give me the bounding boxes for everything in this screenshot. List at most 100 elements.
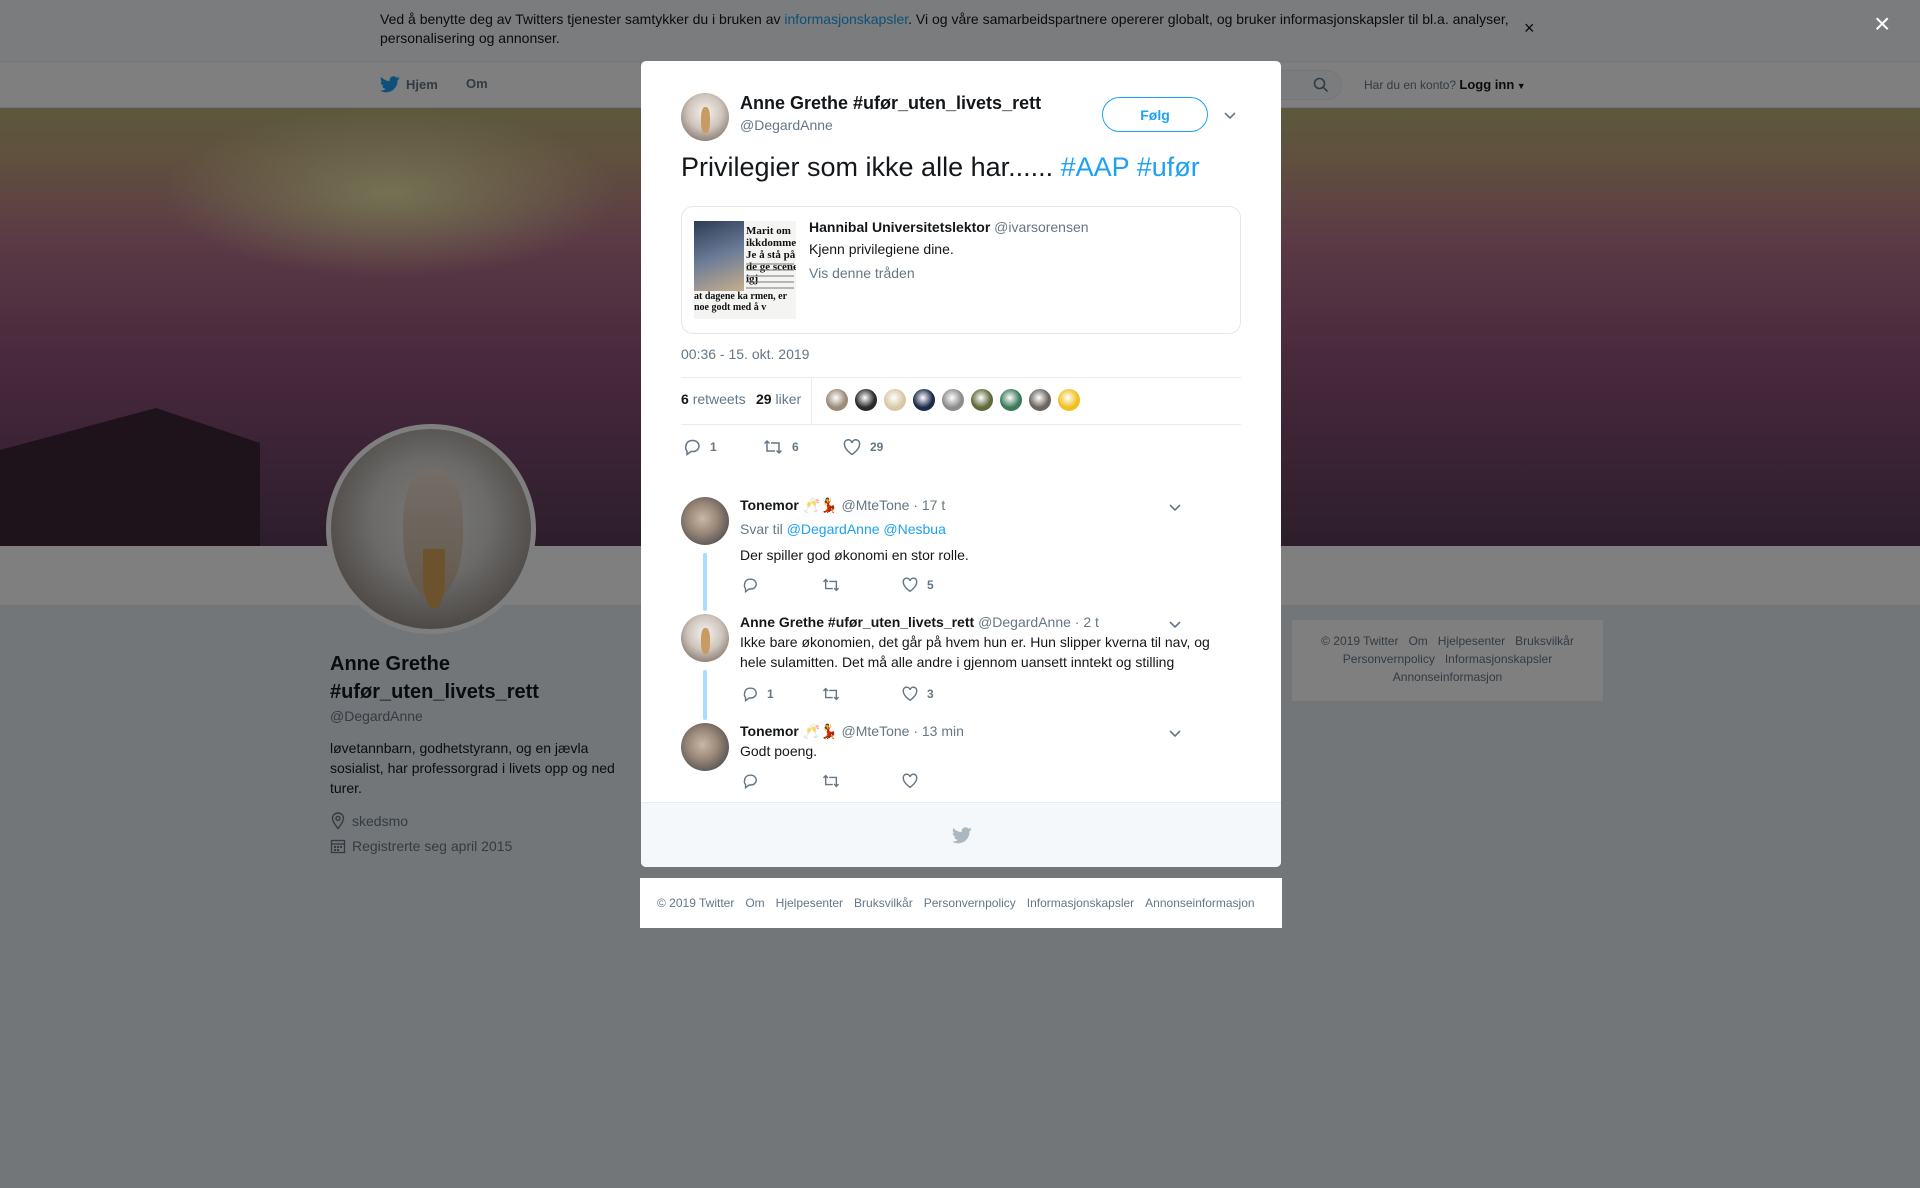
- reply-icon: [743, 687, 757, 702]
- tweet-text: Privilegier som ikke alle har...... #AAP…: [681, 149, 1200, 185]
- liker-avatar[interactable]: [825, 388, 849, 412]
- tweet-timestamp[interactable]: 00:36 - 15. okt. 2019: [681, 346, 809, 362]
- reply-tweet[interactable]: Tonemor 🥂💃 @MteTone · 17 t Svar til @Deg…: [681, 497, 1241, 614]
- retweets-count: 6: [681, 391, 689, 407]
- reply-author-emoji: 🥂💃: [802, 723, 838, 739]
- liker-avatar[interactable]: [883, 388, 907, 412]
- reply-action[interactable]: 1: [683, 438, 763, 456]
- reply-header: Tonemor 🥂💃 @MteTone · 13 min: [740, 723, 964, 740]
- reply-to-mentions[interactable]: @DegardAnne @Nesbua: [787, 521, 946, 537]
- retweet-action[interactable]: 6: [763, 438, 843, 456]
- twitter-bird-icon: [952, 827, 972, 844]
- thumbnail-photo: [694, 221, 744, 291]
- reply-author-handle[interactable]: @MteTone: [842, 497, 910, 513]
- reply-icon: [743, 578, 757, 593]
- reply-action[interactable]: 1: [742, 686, 822, 702]
- author-avatar[interactable]: [681, 93, 729, 141]
- footer-copyright: © 2019 Twitter: [657, 896, 735, 910]
- footer-ads[interactable]: Annonseinformasjon: [1145, 896, 1254, 910]
- reply-icon: [743, 774, 757, 789]
- reply-tweet[interactable]: Tonemor 🥂💃 @MteTone · 13 min Godt poeng.: [681, 723, 1241, 798]
- reply-author-handle[interactable]: @MteTone: [842, 723, 910, 739]
- liker-avatar[interactable]: [912, 388, 936, 412]
- modal-footer: [641, 802, 1281, 867]
- chevron-down-icon[interactable]: [1168, 617, 1182, 631]
- reply-author-name[interactable]: Tonemor: [740, 497, 799, 513]
- chevron-down-icon[interactable]: [1223, 108, 1237, 122]
- author-handle[interactable]: @DegardAnne: [740, 117, 833, 133]
- tweet-body: Privilegier som ikke alle har......: [681, 152, 1061, 182]
- likes-count: 29: [756, 391, 772, 407]
- footer-cookies[interactable]: Informasjonskapsler: [1027, 896, 1134, 910]
- reply-actions: [742, 773, 918, 789]
- liker-avatar[interactable]: [999, 388, 1023, 412]
- liker-avatar[interactable]: [970, 388, 994, 412]
- stats-divider: [811, 378, 812, 425]
- quoted-author: Hannibal Universitetslektor @ivarsorense…: [809, 219, 1089, 235]
- like-action[interactable]: 5: [902, 577, 934, 593]
- reply-tweet[interactable]: Anne Grethe #ufør_uten_livets_rett @Dega…: [681, 614, 1241, 723]
- reply-avatar[interactable]: [681, 497, 729, 545]
- liker-avatar[interactable]: [1028, 388, 1052, 412]
- tweet-actions: 1 6 29: [683, 438, 923, 456]
- retweet-action[interactable]: [822, 773, 902, 789]
- likers-avatars: [825, 388, 1081, 412]
- like-count: 3: [927, 687, 934, 701]
- like-action[interactable]: [902, 773, 918, 789]
- retweets-label: retweets: [692, 391, 746, 407]
- hashtag-aap[interactable]: #AAP: [1061, 152, 1130, 182]
- reply-action[interactable]: [742, 773, 822, 789]
- reply-text: Godt poeng.: [740, 743, 818, 759]
- reply-action[interactable]: [742, 577, 822, 593]
- reply-actions: 5: [742, 577, 934, 593]
- retweet-action[interactable]: [822, 577, 902, 593]
- liker-avatar[interactable]: [941, 388, 965, 412]
- likes-label: liker: [775, 391, 802, 407]
- like-count: 5: [927, 578, 934, 592]
- reply-author-handle[interactable]: @DegardAnne: [978, 614, 1071, 630]
- reply-author-name[interactable]: Tonemor: [740, 723, 799, 739]
- show-thread-link[interactable]: Vis denne tråden: [809, 265, 915, 281]
- reply-time[interactable]: · 13 min: [913, 723, 964, 739]
- heart-icon: [902, 773, 918, 789]
- chevron-down-icon[interactable]: [1168, 726, 1182, 740]
- reply-author-name[interactable]: Anne Grethe #ufør_uten_livets_rett: [740, 614, 974, 630]
- quoted-author-name: Hannibal Universitetslektor: [809, 219, 991, 235]
- follow-button[interactable]: Følg: [1102, 97, 1208, 132]
- retweet-action[interactable]: [822, 686, 902, 702]
- like-action[interactable]: 29: [843, 438, 923, 456]
- reply-time[interactable]: · 2 t: [1075, 614, 1099, 630]
- chevron-down-icon[interactable]: [1168, 500, 1182, 514]
- retweets-stat[interactable]: 6 retweets: [681, 391, 746, 407]
- modal-bottom-footer: © 2019 Twitter Om Hjelpesenter Bruksvilk…: [640, 878, 1282, 928]
- tweet-modal: Anne Grethe #ufør_uten_livets_rett @Dega…: [641, 61, 1281, 867]
- reply-text: Der spiller god økonomi en stor rolle.: [740, 547, 969, 563]
- quoted-tweet-card[interactable]: Marit om ikkdommen: Je å stå på de ge sc…: [681, 206, 1241, 334]
- quoted-author-handle: @ivarsorensen: [994, 219, 1089, 235]
- reply-text: Ikke bare økonomien, det går på hvem hun…: [740, 634, 1210, 670]
- quoted-tweet-text: Kjenn privilegiene dine.: [809, 241, 954, 257]
- author-name[interactable]: Anne Grethe #ufør_uten_livets_rett: [740, 93, 1041, 114]
- thread-line: [703, 670, 707, 720]
- close-modal-button[interactable]: ×: [1874, 10, 1890, 38]
- reply-actions: 1 3: [742, 686, 934, 702]
- liker-avatar[interactable]: [854, 388, 878, 412]
- likes-stat[interactable]: 29 liker: [756, 391, 801, 407]
- liker-avatar[interactable]: [1057, 388, 1081, 412]
- footer-help[interactable]: Hjelpesenter: [776, 896, 843, 910]
- retweet-icon: [763, 439, 783, 455]
- footer-privacy[interactable]: Personvernpolicy: [924, 896, 1016, 910]
- tweet-stats: 6 retweets 29 liker: [681, 377, 1241, 425]
- like-action[interactable]: 3: [902, 686, 934, 702]
- thumbnail-caption: at dagene ka rmen, er noe godt med å v: [694, 291, 787, 313]
- hashtag-ufor[interactable]: #ufør: [1137, 152, 1200, 182]
- footer-terms[interactable]: Bruksvilkår: [854, 896, 913, 910]
- footer-about[interactable]: Om: [745, 896, 764, 910]
- heart-icon: [843, 438, 861, 455]
- reply-avatar[interactable]: [681, 614, 729, 662]
- reply-avatar[interactable]: [681, 723, 729, 771]
- reply-time[interactable]: · 17 t: [913, 497, 945, 513]
- reply-count: 1: [767, 687, 774, 701]
- thread-line: [703, 553, 707, 611]
- retweet-icon: [822, 687, 840, 701]
